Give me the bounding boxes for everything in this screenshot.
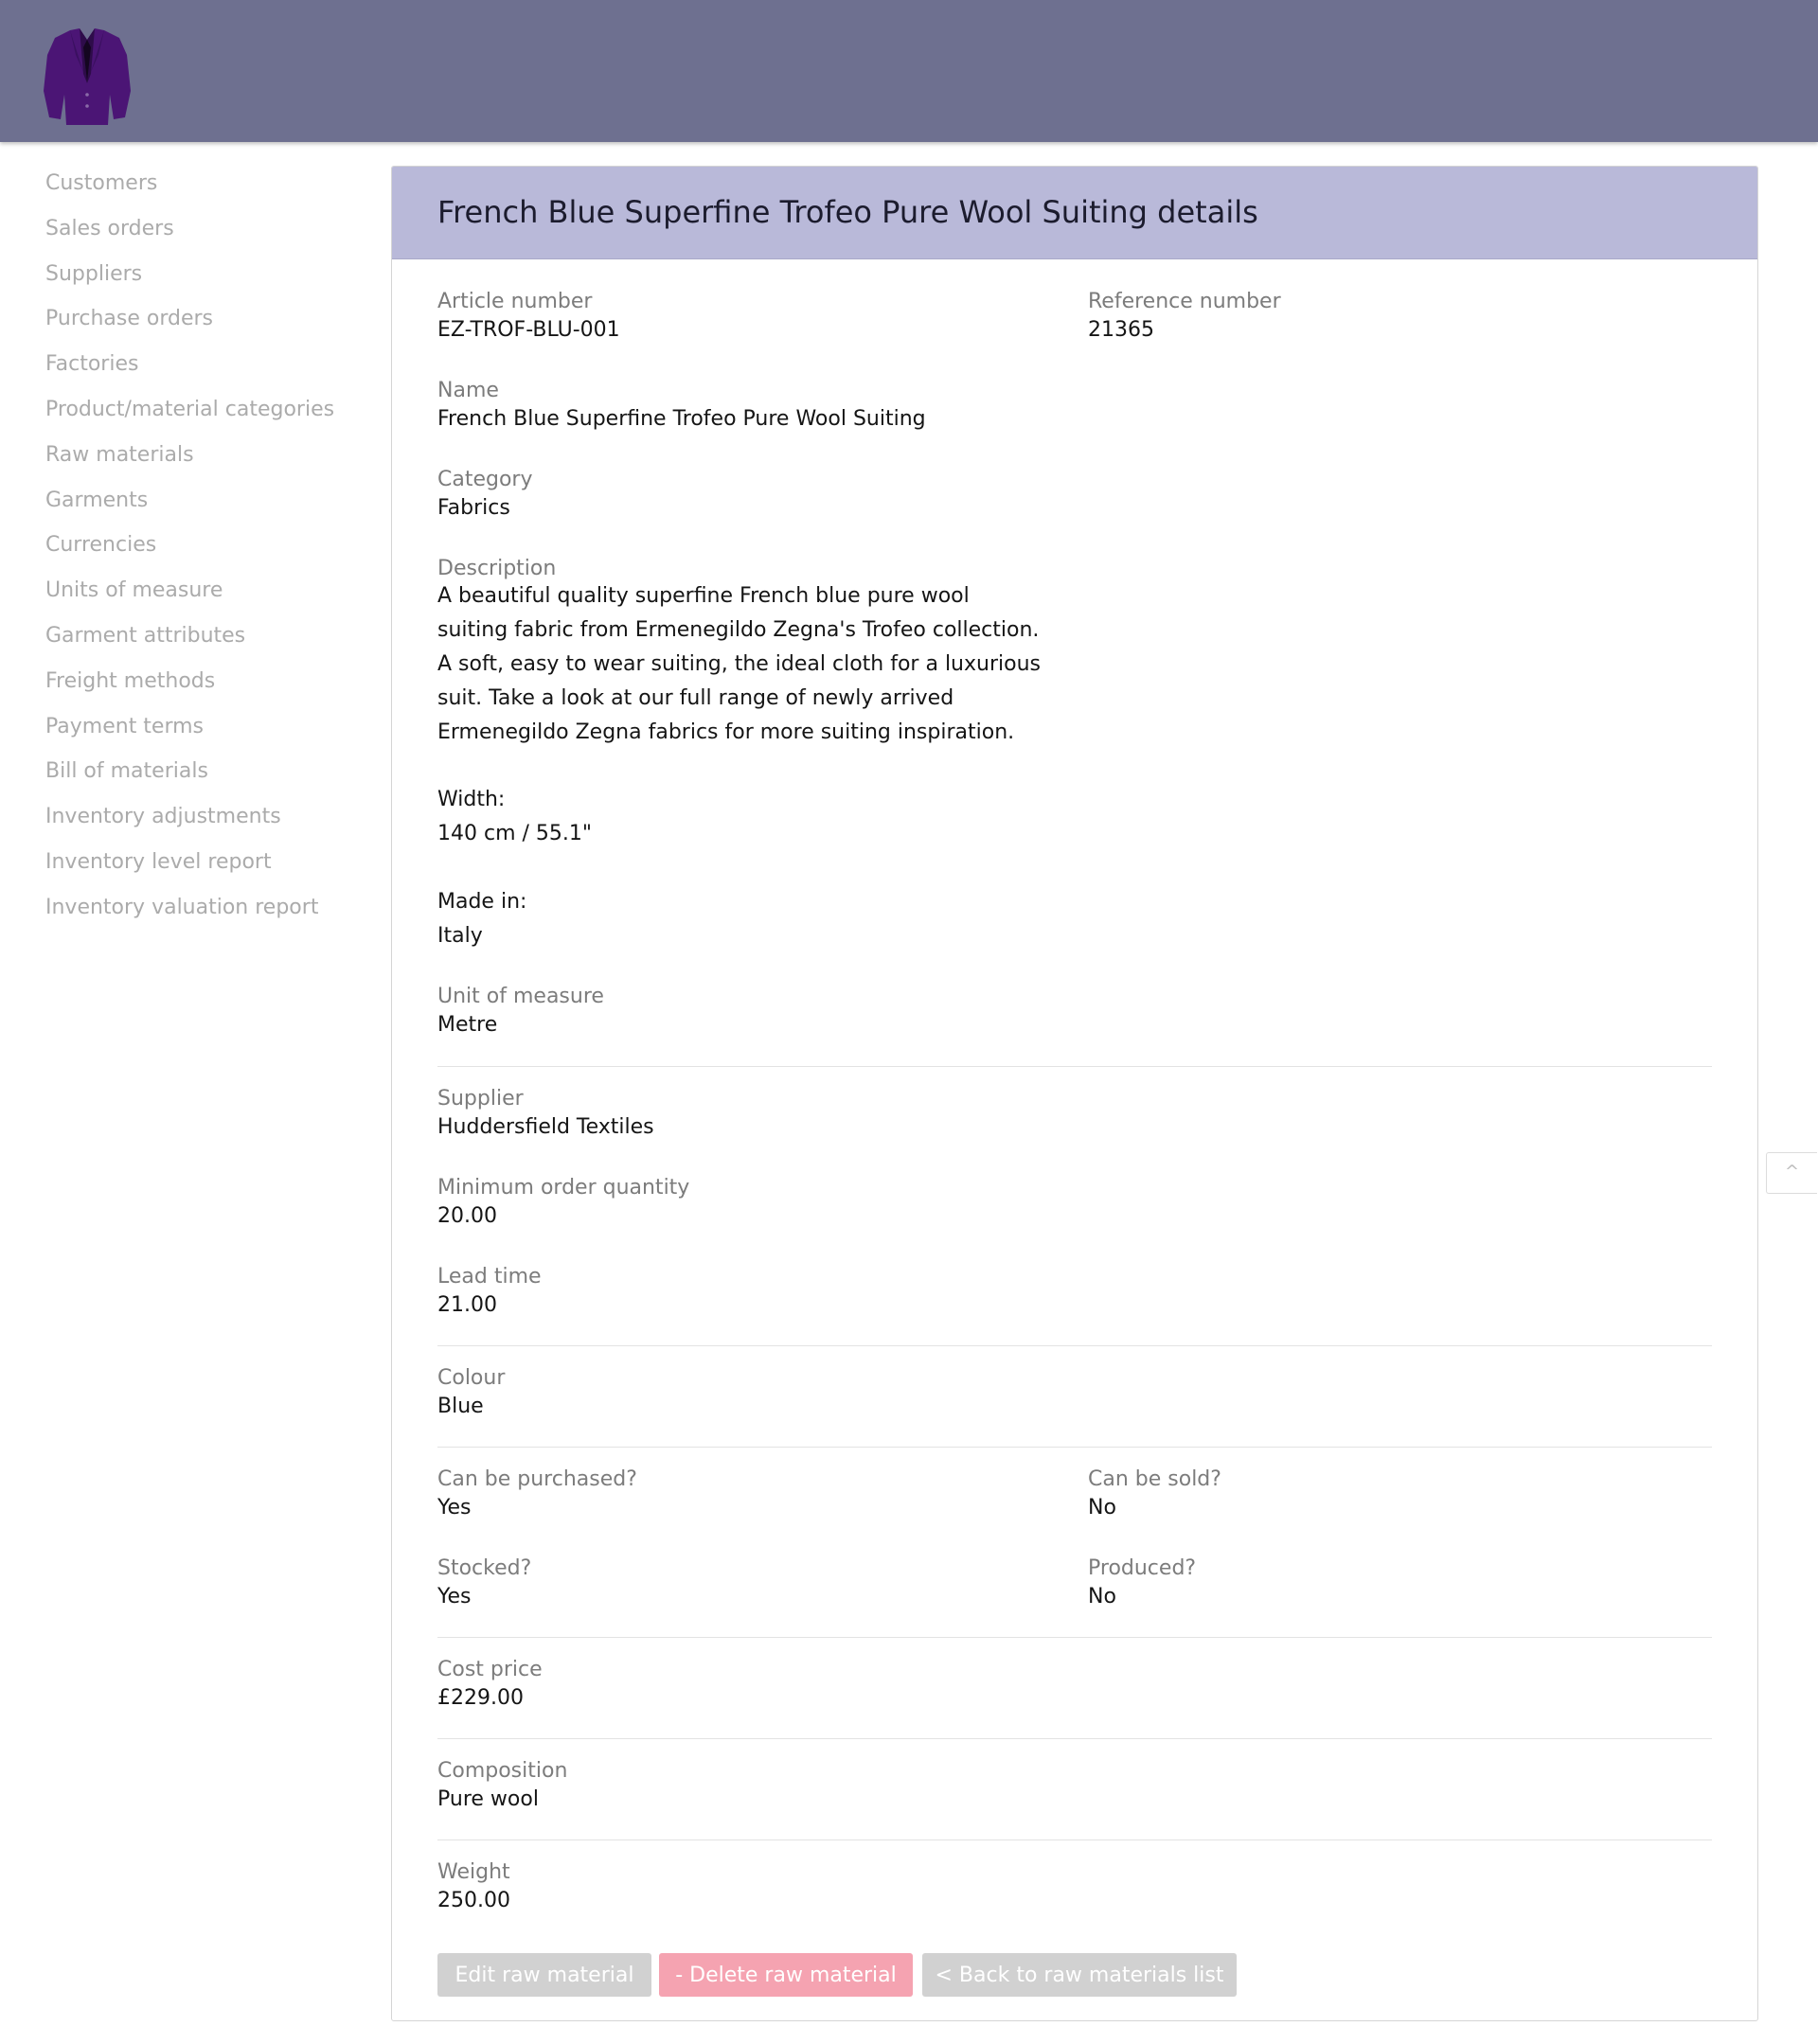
- sidebar-item-inventory-valuation-report[interactable]: Inventory valuation report: [45, 885, 367, 931]
- sidebar-item-freight-methods[interactable]: Freight methods: [45, 659, 367, 704]
- suit-jacket-icon[interactable]: [42, 27, 133, 127]
- stocked-label: Stocked?: [437, 1556, 532, 1580]
- divider: [437, 1066, 1712, 1067]
- panel-header: French Blue Superfine Trofeo Pure Wool S…: [392, 167, 1757, 259]
- details-panel: French Blue Superfine Trofeo Pure Wool S…: [391, 166, 1758, 2021]
- produced-value: No: [1088, 1585, 1116, 1609]
- produced-label: Produced?: [1088, 1556, 1197, 1580]
- minimum-order-quantity-label: Minimum order quantity: [437, 1176, 690, 1200]
- back-to-list-button[interactable]: < Back to raw materials list: [922, 1953, 1237, 1997]
- colour-value: Blue: [437, 1395, 484, 1418]
- sidebar-item-inventory-adjustments[interactable]: Inventory adjustments: [45, 794, 367, 840]
- sidebar-item-currencies[interactable]: Currencies: [45, 523, 367, 568]
- can-be-purchased-value: Yes: [437, 1496, 472, 1520]
- made-in-label: Made in:: [437, 890, 527, 914]
- width-label: Width:: [437, 788, 506, 811]
- width-value: 140 cm / 55.1": [437, 822, 593, 845]
- edit-raw-material-button[interactable]: Edit raw material: [437, 1953, 651, 1997]
- composition-label: Composition: [437, 1759, 568, 1783]
- divider: [437, 1447, 1712, 1448]
- lead-time-value: 21.00: [437, 1293, 497, 1317]
- category-label: Category: [437, 468, 533, 491]
- divider: [437, 1637, 1712, 1638]
- description-label: Description: [437, 557, 557, 580]
- sidebar-item-purchase-orders[interactable]: Purchase orders: [45, 296, 367, 342]
- delete-raw-material-button[interactable]: - Delete raw material: [659, 1953, 913, 1997]
- colour-label: Colour: [437, 1366, 506, 1390]
- cost-price-value: £229.00: [437, 1686, 524, 1710]
- sidebar-item-sales-orders[interactable]: Sales orders: [45, 206, 367, 252]
- sidebar-item-customers[interactable]: Customers: [45, 161, 367, 206]
- can-be-sold-label: Can be sold?: [1088, 1467, 1221, 1491]
- unit-of-measure-value: Metre: [437, 1013, 498, 1037]
- article-number-value: EZ-TROF-BLU-001: [437, 318, 620, 342]
- lead-time-label: Lead time: [437, 1265, 542, 1289]
- supplier-label: Supplier: [437, 1087, 524, 1111]
- sidebar-item-inventory-level-report[interactable]: Inventory level report: [45, 840, 367, 885]
- article-number-label: Article number: [437, 290, 593, 313]
- sidebar-item-factories[interactable]: Factories: [45, 342, 367, 387]
- reference-number-value: 21365: [1088, 318, 1154, 342]
- category-value: Fabrics: [437, 496, 510, 520]
- made-in-value: Italy: [437, 924, 483, 948]
- sidebar-item-garment-attributes[interactable]: Garment attributes: [45, 613, 367, 659]
- scroll-to-top-button[interactable]: ^: [1766, 1152, 1817, 1194]
- sidebar-item-suppliers[interactable]: Suppliers: [45, 252, 367, 297]
- unit-of-measure-label: Unit of measure: [437, 985, 604, 1008]
- weight-value: 250.00: [437, 1889, 510, 1912]
- divider: [437, 1738, 1712, 1739]
- sidebar-item-garments[interactable]: Garments: [45, 478, 367, 524]
- name-value: French Blue Superfine Trofeo Pure Wool S…: [437, 407, 926, 431]
- sidebar-item-bill-of-materials[interactable]: Bill of materials: [45, 749, 367, 794]
- top-header: [0, 0, 1818, 142]
- can-be-purchased-label: Can be purchased?: [437, 1467, 637, 1491]
- page-title: French Blue Superfine Trofeo Pure Wool S…: [437, 194, 1258, 230]
- reference-number-label: Reference number: [1088, 290, 1281, 313]
- minimum-order-quantity-value: 20.00: [437, 1204, 497, 1228]
- sidebar-item-categories[interactable]: Product/material categories: [45, 387, 367, 433]
- cost-price-label: Cost price: [437, 1658, 543, 1681]
- sidebar-nav: Customers Sales orders Suppliers Purchas…: [45, 161, 367, 931]
- stocked-value: Yes: [437, 1585, 472, 1609]
- name-label: Name: [437, 379, 499, 402]
- weight-label: Weight: [437, 1860, 510, 1884]
- can-be-sold-value: No: [1088, 1496, 1116, 1520]
- divider: [437, 1345, 1712, 1346]
- sidebar-item-payment-terms[interactable]: Payment terms: [45, 704, 367, 750]
- composition-value: Pure wool: [437, 1787, 539, 1811]
- sidebar-item-raw-materials[interactable]: Raw materials: [45, 433, 367, 478]
- supplier-value: Huddersfield Textiles: [437, 1115, 654, 1139]
- sidebar-item-units-of-measure[interactable]: Units of measure: [45, 568, 367, 613]
- description-text: A beautiful quality superfine French blu…: [437, 584, 1041, 744]
